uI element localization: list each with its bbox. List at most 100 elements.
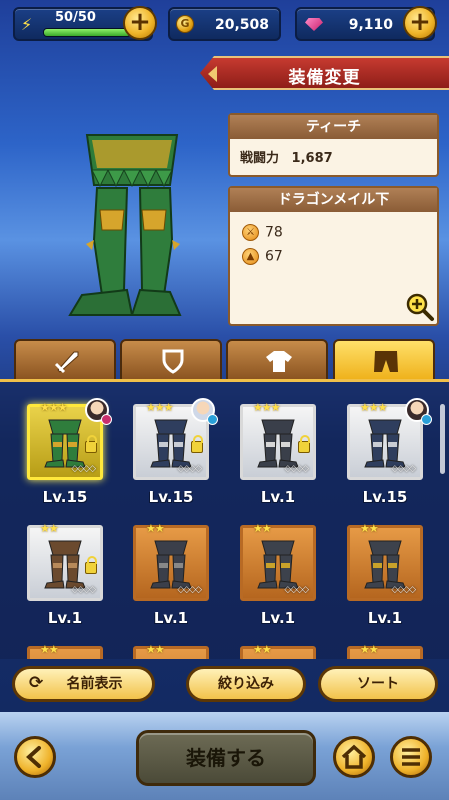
item-level: Lv.15	[42, 488, 88, 506]
sword-icon	[54, 351, 79, 374]
rarity-stars: ★★	[360, 522, 379, 535]
rarity-stars: ★★	[253, 643, 272, 656]
back-button[interactable]	[14, 736, 56, 778]
socket-slots: ◇◇◇◇	[71, 585, 96, 595]
item-level: Lv.1	[153, 609, 189, 627]
gold-amount: 20,508	[214, 17, 269, 33]
stamina-text: 50/50	[55, 10, 96, 25]
home-icon	[341, 744, 367, 769]
tab-armor-top[interactable]	[226, 339, 328, 379]
refresh-icon: ⟳	[29, 673, 44, 693]
combat-power-row: 戦闘力 1,687	[230, 139, 437, 166]
attack-value: 78	[265, 224, 283, 241]
menu-button[interactable]	[390, 736, 432, 778]
rarity-stars: ★★★	[146, 401, 174, 414]
item-level: Lv.1	[260, 488, 296, 506]
item-thumbnail: ★★	[27, 643, 103, 659]
grid-scrollbar[interactable]	[440, 404, 445, 474]
item-thumbnail: ★★ ◇◇◇◇	[240, 522, 316, 601]
gem-amount: 9,110	[348, 17, 393, 33]
defense-stat-row: ▲ 67	[242, 248, 283, 265]
zoom-in-button[interactable]	[405, 292, 435, 322]
lock-icon	[85, 435, 97, 453]
item-thumbnail: ★★	[133, 643, 209, 659]
gem-icon	[305, 18, 323, 31]
character-name: ティーチ	[230, 115, 437, 139]
item-slot[interactable]: ★★★ ◇◇◇◇	[347, 398, 432, 480]
item-thumbnail: ★★ ◇◇◇◇	[133, 522, 209, 601]
item-slot[interactable]: ★★	[240, 643, 316, 659]
socket-slots: ◇◇◇◇	[177, 464, 202, 474]
equipment-preview-image	[52, 110, 212, 330]
item-grid[interactable]: ★★★ ◇◇◇◇ Lv.15 ★★★ ◇◇◇◇ Lv.15 ★★★ ◇◇◇◇ L…	[0, 379, 449, 659]
item-level: Lv.1	[260, 609, 296, 627]
combat-power-label: 戦闘力	[240, 151, 280, 166]
item-level: Lv.1	[47, 609, 83, 627]
item-slot[interactable]: ★★ ◇◇◇◇	[133, 522, 209, 601]
gold-coin-icon: G	[176, 15, 194, 33]
rarity-stars: ★★	[40, 522, 59, 535]
filter-button[interactable]: 絞り込み	[186, 666, 306, 702]
rarity-stars: ★★★	[360, 401, 388, 414]
defense-value: 67	[265, 248, 283, 265]
back-arrow-icon	[26, 746, 41, 768]
item-name: ドラゴンメイル下	[230, 188, 437, 212]
rarity-stars: ★★★	[40, 401, 68, 414]
socket-slots: ◇◇◇◇	[391, 464, 416, 474]
lock-icon	[85, 556, 97, 574]
lock-icon	[298, 435, 310, 453]
name-display-label: 名前表示	[66, 676, 123, 692]
status-bar: ⚡ 50/50 + G 20,508 9,110 +	[0, 0, 449, 50]
item-slot[interactable]: ★★	[133, 643, 209, 659]
name-display-button[interactable]: ⟳ 名前表示	[12, 666, 155, 702]
defense-icon: ▲	[242, 248, 259, 265]
rarity-stars: ★★	[40, 643, 59, 656]
page-title: 装備変更	[288, 68, 361, 88]
character-panel: ティーチ 戦闘力 1,687	[228, 113, 439, 177]
item-thumbnail: ★★	[240, 643, 316, 659]
rarity-stars: ★★	[146, 643, 165, 656]
sort-button[interactable]: ソート	[318, 666, 438, 702]
rarity-stars: ★★★	[253, 401, 281, 414]
item-thumbnail: ★★ ◇◇◇◇	[347, 522, 423, 601]
item-slot[interactable]: ★★	[27, 643, 103, 659]
home-button[interactable]	[333, 736, 375, 778]
item-slot[interactable]: ★★★ ◇◇◇◇	[27, 398, 112, 480]
equipped-badge-icon	[207, 414, 218, 425]
socket-slots: ◇◇◇◇	[177, 585, 202, 595]
add-stamina-button[interactable]: +	[123, 6, 157, 40]
item-slot[interactable]: ★★★ ◇◇◇◇	[133, 398, 218, 480]
equip-button[interactable]: 装備する	[136, 730, 316, 786]
attack-stat-row: ⚔ 78	[242, 224, 283, 241]
lightning-icon: ⚡	[21, 15, 33, 34]
add-gems-button[interactable]: +	[403, 6, 437, 40]
item-level: Lv.15	[148, 488, 194, 506]
tab-armor-bottom[interactable]	[333, 339, 435, 379]
stamina-bar-fill	[44, 29, 130, 36]
rarity-stars: ★★	[146, 522, 165, 535]
item-level: Lv.15	[362, 488, 408, 506]
socket-slots: ◇◇◇◇	[71, 464, 96, 474]
page-header: 装備変更	[200, 56, 449, 90]
equipped-badge-icon	[101, 414, 112, 425]
socket-slots: ◇◇◇◇	[284, 464, 309, 474]
socket-slots: ◇◇◇◇	[391, 585, 416, 595]
item-thumbnail: ★★ ◇◇◇◇	[27, 522, 103, 601]
tab-shield[interactable]	[120, 339, 222, 379]
item-slot[interactable]: ★★★ ◇◇◇◇	[240, 401, 316, 480]
item-slot[interactable]: ★★	[347, 643, 423, 659]
socket-slots: ◇◇◇◇	[284, 585, 309, 595]
tab-weapon[interactable]	[14, 339, 116, 379]
combat-power-value: 1,687	[291, 151, 333, 166]
item-slot[interactable]: ★★ ◇◇◇◇	[347, 522, 423, 601]
attack-icon: ⚔	[242, 224, 259, 241]
armor-bottom-icon	[374, 351, 398, 372]
magnify-plus-icon	[406, 293, 434, 321]
shield-icon	[162, 349, 184, 374]
item-slot[interactable]: ★★ ◇◇◇◇	[27, 522, 103, 601]
stamina-bar	[43, 28, 131, 37]
item-slot[interactable]: ★★ ◇◇◇◇	[240, 522, 316, 601]
gold-display: G 20,508	[168, 7, 281, 41]
rarity-stars: ★★	[360, 643, 379, 656]
hamburger-menu-icon	[402, 748, 420, 766]
